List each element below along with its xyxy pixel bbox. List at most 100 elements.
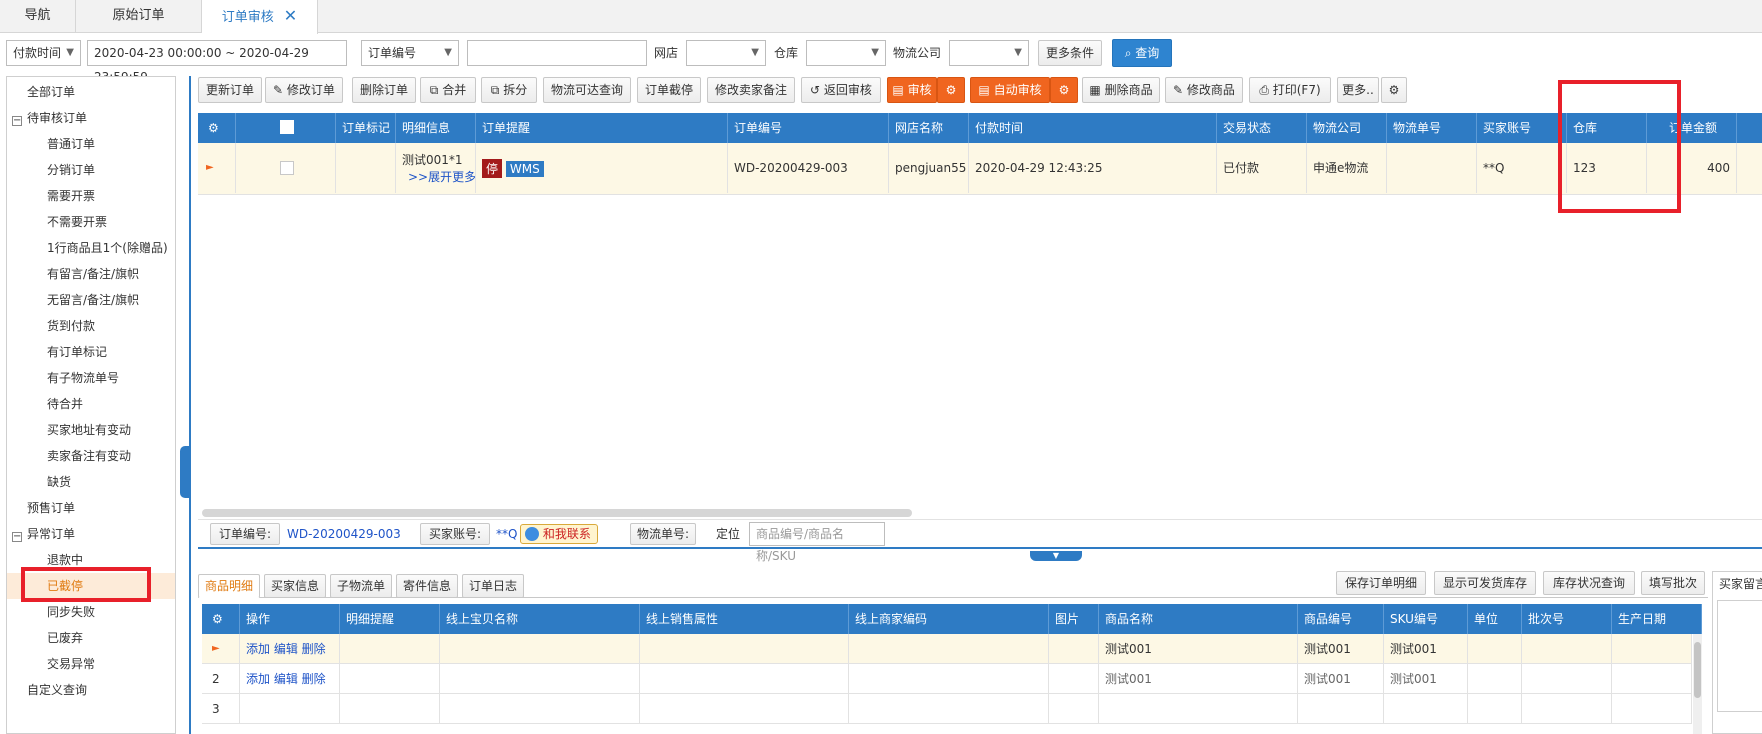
sidebar-item-trade-abnormal[interactable]: 交易异常 xyxy=(7,651,175,677)
order-stop-button[interactable]: 订单截停 xyxy=(637,77,701,103)
scrollbar-thumb[interactable] xyxy=(1694,642,1701,698)
col-batch-no[interactable]: 批次号 xyxy=(1522,604,1612,634)
table-row[interactable]: 3 xyxy=(202,694,1692,724)
close-icon[interactable]: ✕ xyxy=(284,6,297,25)
audit-settings-button[interactable]: ⚙ xyxy=(937,77,965,103)
sidebar-item-presale[interactable]: 预售订单 xyxy=(7,495,175,521)
collapse-icon[interactable]: − xyxy=(12,532,22,542)
delete-order-button[interactable]: 删除订单 xyxy=(352,77,416,103)
show-stock-button[interactable]: 显示可发货库存 xyxy=(1434,571,1536,595)
auto-audit-settings-button[interactable]: ⚙ xyxy=(1050,77,1078,103)
grid-settings-icon[interactable]: ⚙ xyxy=(198,113,236,143)
line-ops-cell[interactable]: 添加 编辑 删除 xyxy=(240,664,340,694)
logistics-select[interactable]: ▼ xyxy=(949,40,1029,66)
sidebar-item-no-message[interactable]: 无留言/备注/旗帜 xyxy=(7,287,175,313)
auto-audit-button[interactable]: ▤ 自动审核 xyxy=(970,77,1050,103)
audit-button[interactable]: ▤ 审核 xyxy=(887,77,937,103)
sidebar-item-sync-failed[interactable]: 同步失败 xyxy=(7,599,175,625)
sidebar-item-invoice[interactable]: 需要开票 xyxy=(7,183,175,209)
col-order-reminder[interactable]: 订单提醒 xyxy=(476,113,728,143)
col-prod-date[interactable]: 生产日期 xyxy=(1612,604,1702,634)
col-order-number[interactable]: 订单编号 xyxy=(728,113,889,143)
sidebar-item-sub-tracking[interactable]: 有子物流单号 xyxy=(7,365,175,391)
locate-input[interactable]: 商品编号/商品名称/SKU xyxy=(749,522,885,563)
sidebar-item-cod[interactable]: 货到付款 xyxy=(7,313,175,339)
tab-shipper-info[interactable]: 寄件信息 xyxy=(396,574,458,598)
table-row[interactable]: ► 添加 编辑 删除 测试001 测试001 测试001 xyxy=(202,634,1692,664)
time-type-select[interactable]: 付款时间 ▼ xyxy=(6,40,81,66)
expand-more-link[interactable]: >>展开更多 xyxy=(402,169,475,186)
line-ops-links[interactable]: 添加 编辑 删除 xyxy=(246,642,326,656)
sidebar-item-distribution[interactable]: 分销订单 xyxy=(7,157,175,183)
sidebar-group-pending[interactable]: − 待审核订单 xyxy=(7,105,175,131)
sidebar-group-abnormal[interactable]: − 异常订单 xyxy=(7,521,175,547)
sidebar-item-normal[interactable]: 普通订单 xyxy=(7,131,175,157)
col-online-merchant-code[interactable]: 线上商家编码 xyxy=(849,604,1049,634)
query-button[interactable]: ⌕ 查询 xyxy=(1112,39,1172,67)
order-row[interactable]: ► 测试001*1 >>展开更多 停 WMS WD-20200429-003 p… xyxy=(198,143,1762,195)
col-goods-name[interactable]: 商品名称 xyxy=(1099,604,1298,634)
col-order-mark[interactable]: 订单标记 xyxy=(336,113,396,143)
save-detail-button[interactable]: 保存订单明细 xyxy=(1336,571,1426,595)
logistics-reach-button[interactable]: 物流可达查询 xyxy=(543,77,631,103)
orders-horizontal-scrollbar[interactable] xyxy=(202,509,912,517)
toolbar-settings-button[interactable]: ⚙ xyxy=(1381,77,1407,103)
col-ops[interactable]: 操作 xyxy=(240,604,340,634)
col-goods-code[interactable]: 商品编号 xyxy=(1298,604,1384,634)
col-detail-info[interactable]: 明细信息 xyxy=(396,113,476,143)
col-online-attr[interactable]: 线上销售属性 xyxy=(640,604,849,634)
col-unit[interactable]: 单位 xyxy=(1468,604,1522,634)
date-range-input[interactable]: 2020-04-23 00:00:00 ~ 2020-04-29 23:59:5… xyxy=(87,40,347,84)
row-checkbox[interactable] xyxy=(280,161,294,175)
sidebar-item-discarded[interactable]: 已废弃 xyxy=(7,625,175,651)
edit-seller-remark-button[interactable]: 修改卖家备注 xyxy=(707,77,795,103)
col-tracking-number[interactable]: 物流单号 xyxy=(1387,113,1477,143)
delete-goods-button[interactable]: ▦ 删除商品 xyxy=(1082,77,1160,103)
col-sku[interactable]: SKU编号 xyxy=(1384,604,1468,634)
return-review-button[interactable]: ↺ 返回审核 xyxy=(801,77,881,103)
fill-batch-button[interactable]: 填写批次 xyxy=(1641,571,1705,595)
lines-vertical-scrollbar[interactable] xyxy=(1693,634,1702,734)
edit-goods-button[interactable]: ✎ 修改商品 xyxy=(1165,77,1243,103)
warehouse-select[interactable]: ▼ xyxy=(806,40,886,66)
panel-splitter[interactable] xyxy=(189,76,191,734)
select-all-checkbox[interactable] xyxy=(280,120,294,134)
col-trade-status[interactable]: 交易状态 xyxy=(1217,113,1307,143)
sidebar-item-to-merge[interactable]: 待合并 xyxy=(7,391,175,417)
sidebar-item-no-invoice[interactable]: 不需要开票 xyxy=(7,209,175,235)
field-type-select[interactable]: 订单编号 ▼ xyxy=(361,40,459,66)
collapse-sidebar-handle[interactable] xyxy=(180,446,190,498)
col-pay-time[interactable]: 付款时间 xyxy=(969,113,1217,143)
sidebar-item-order-mark[interactable]: 有订单标记 xyxy=(7,339,175,365)
shop-select[interactable]: ▼ xyxy=(686,40,766,66)
sidebar-item-single-line[interactable]: 1行商品且1个(除赠品) xyxy=(7,235,175,261)
sidebar-item-custom-query[interactable]: 自定义查询 xyxy=(7,677,175,703)
tab-buyer-info[interactable]: 买家信息 xyxy=(264,574,326,598)
line-ops-cell[interactable]: 添加 编辑 删除 xyxy=(240,634,340,664)
more-conditions-button[interactable]: 更多条件 xyxy=(1038,40,1102,66)
more-actions-button[interactable]: 更多.. xyxy=(1337,77,1379,103)
tab-navigation[interactable]: 导航 xyxy=(0,0,76,33)
tab-goods-detail[interactable]: 商品明细 xyxy=(198,574,260,598)
tab-order-review[interactable]: 订单审核 ✕ xyxy=(202,0,318,34)
line-ops-links[interactable]: 添加 编辑 删除 xyxy=(246,672,326,686)
tab-sub-tracking[interactable]: 子物流单 xyxy=(330,574,392,598)
contact-me-button[interactable]: 和我联系 xyxy=(520,524,598,544)
print-button[interactable]: ⎙ 打印(F7) xyxy=(1249,77,1331,103)
lines-settings-icon[interactable]: ⚙ xyxy=(202,604,240,634)
search-input[interactable] xyxy=(467,40,647,66)
col-online-item-name[interactable]: 线上宝贝名称 xyxy=(440,604,640,634)
buyer-message-textarea[interactable] xyxy=(1717,600,1762,712)
col-logistics-company[interactable]: 物流公司 xyxy=(1307,113,1387,143)
sidebar-item-address-changed[interactable]: 买家地址有变动 xyxy=(7,417,175,443)
refresh-orders-button[interactable]: 更新订单 xyxy=(198,77,262,103)
table-row[interactable]: 2 添加 编辑 删除 测试001 测试001 测试001 xyxy=(202,664,1692,694)
merge-button[interactable]: ⧉ 合并 xyxy=(420,77,476,103)
col-shop-name[interactable]: 网店名称 xyxy=(889,113,969,143)
tab-order-log[interactable]: 订单日志 xyxy=(462,574,524,598)
sidebar-item-all[interactable]: 全部订单 xyxy=(7,79,175,105)
sidebar-item-remark-changed[interactable]: 卖家备注有变动 xyxy=(7,443,175,469)
stock-status-button[interactable]: 库存状况查询 xyxy=(1543,571,1635,595)
collapse-icon[interactable]: − xyxy=(12,116,22,126)
collapse-detail-handle[interactable]: ▼ xyxy=(1030,551,1082,561)
